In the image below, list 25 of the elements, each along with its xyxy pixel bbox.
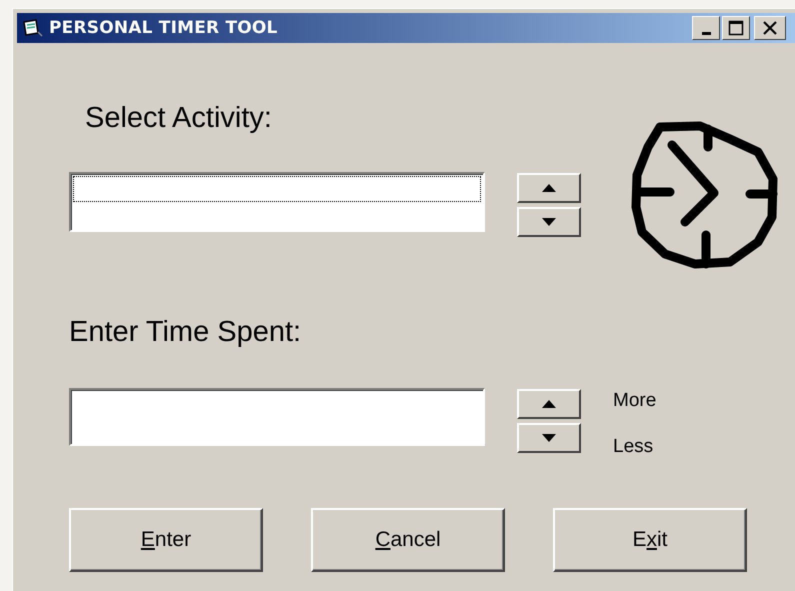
maximize-icon	[728, 20, 744, 36]
down-arrow-icon	[542, 434, 556, 442]
dialog-button[interactable]: Cancel	[311, 508, 505, 572]
down-arrow-icon	[542, 218, 556, 226]
scroll-down-button[interactable]	[517, 207, 581, 237]
less-button[interactable]	[517, 423, 581, 453]
app-icon	[23, 19, 43, 37]
minimize-button[interactable]	[692, 16, 720, 40]
window-title: PERSONAL TIMER TOOL	[49, 18, 279, 38]
close-icon	[762, 20, 778, 36]
more-label: More	[613, 390, 656, 412]
dialog-button[interactable]: Enter	[69, 508, 263, 572]
scroll-up-button[interactable]	[517, 173, 581, 203]
less-label: Less	[613, 436, 654, 458]
up-arrow-icon	[542, 400, 556, 408]
close-button[interactable]	[754, 16, 786, 40]
activity-list[interactable]	[69, 172, 485, 232]
more-button[interactable]	[517, 389, 581, 419]
time-label: Enter Time Spent:	[69, 315, 302, 349]
time-field[interactable]	[69, 388, 485, 446]
dialog-button[interactable]: Exit	[553, 508, 747, 572]
maximize-button[interactable]	[722, 16, 750, 40]
activity-label: Select Activity:	[85, 101, 273, 135]
up-arrow-icon	[542, 184, 556, 192]
minimize-icon	[702, 32, 710, 34]
